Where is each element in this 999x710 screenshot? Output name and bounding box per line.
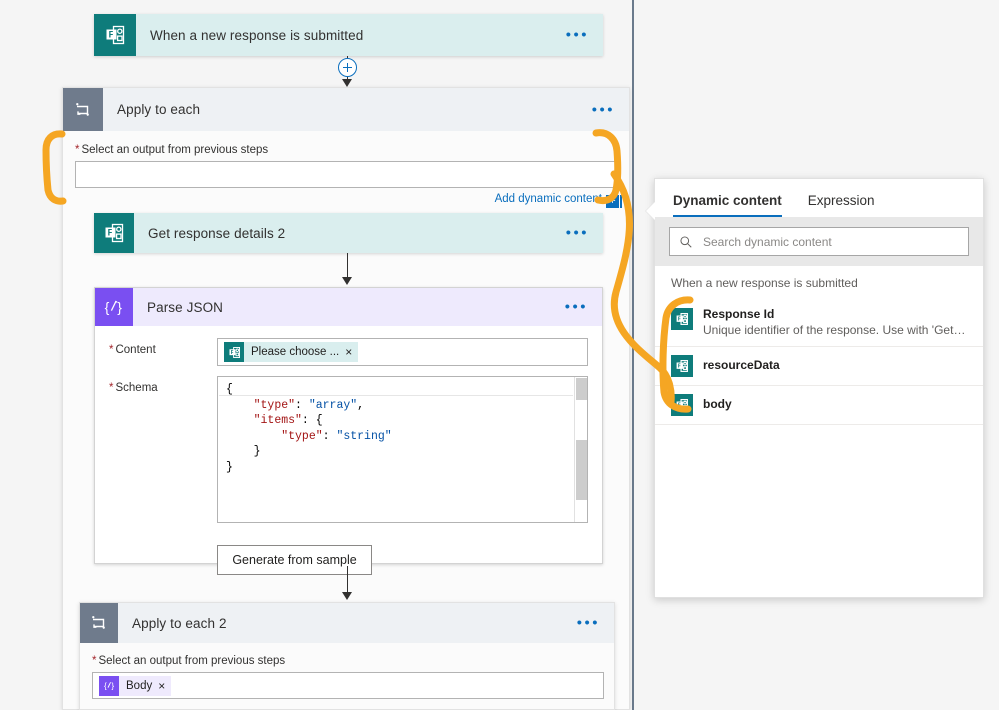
dynamic-content-item-text: body — [693, 393, 732, 415]
microsoft-forms-icon: F — [94, 14, 136, 56]
apply-to-each-output-label: * Select an output from previous steps — [75, 144, 269, 156]
apply-to-each-2-title: Apply to each 2 — [132, 615, 227, 631]
apply-to-each-more-menu[interactable]: ••• — [592, 102, 615, 117]
parse-json-schema-control: { "type": "array", "items": { "type": "s… — [217, 376, 588, 523]
flow-designer-canvas: F When a new response is submitted ••• A… — [0, 0, 999, 710]
apply-to-each-output-field-group: * Select an output from previous steps Ad… — [75, 144, 622, 208]
body-token-chip[interactable]: { } Body × — [99, 675, 172, 696]
dynamic-content-search-wrap: Search dynamic content — [655, 217, 983, 266]
apply-to-each-title: Apply to each — [117, 102, 201, 117]
parse-json-schema-row: * Schema { "type": "array", "items": { "t… — [109, 376, 588, 523]
dynamic-content-group-title: When a new response is submitted — [655, 266, 983, 300]
add-dynamic-content-label: Add dynamic content — [494, 193, 602, 205]
parse-json-content-input[interactable]: F Please choose ... × — [217, 338, 588, 366]
add-dynamic-content-link[interactable]: Add dynamic content + — [75, 193, 622, 208]
parse-json-more-menu[interactable]: ••• — [565, 300, 588, 315]
close-icon[interactable]: × — [345, 346, 358, 358]
dynamic-content-item-name: Response Id — [703, 307, 775, 321]
apply-to-each-output-input[interactable] — [75, 161, 619, 188]
dynamic-content-panel: Dynamic content Expression Search dynami… — [646, 178, 984, 598]
connector-line-parsejson — [347, 566, 348, 594]
body-token-label: Body — [126, 679, 153, 692]
parse-json-schema-label: * Schema — [109, 382, 158, 394]
dynamic-content-tabs: Dynamic content Expression — [655, 179, 983, 217]
parse-json-content-control: F Please choose ... × — [217, 338, 588, 366]
loop-icon — [63, 88, 103, 131]
schema-scrollbar[interactable] — [574, 377, 587, 522]
required-marker: * — [92, 655, 97, 667]
dynamic-content-item-text: resourceData — [693, 354, 780, 376]
get-response-details-title: Get response details 2 — [148, 225, 286, 241]
search-icon — [679, 235, 693, 249]
microsoft-forms-icon: F — [94, 213, 134, 253]
required-marker: * — [109, 344, 114, 356]
svg-text:}: } — [117, 299, 122, 315]
apply-to-each-header[interactable]: Apply to each ••• — [63, 88, 629, 131]
dynamic-content-item[interactable]: Fbody — [655, 386, 983, 425]
required-marker: * — [75, 144, 80, 156]
trigger-card-when-a-new-response-is-submitted[interactable]: F When a new response is submitted ••• — [94, 14, 603, 56]
parse-json-icon: { } — [95, 288, 133, 326]
apply-to-each-2-output-field-group: * Select an output from previous steps { … — [92, 655, 604, 699]
parse-json-body: * Content F Please choose ... × * Schema… — [95, 326, 602, 589]
generate-from-sample-button[interactable]: Generate from sample — [217, 545, 372, 575]
connector-arrow-trigger — [342, 79, 352, 87]
svg-text:{: { — [103, 681, 106, 690]
get-response-details-card[interactable]: F Get response details 2 ••• — [94, 213, 603, 253]
apply-to-each-2-more-menu[interactable]: ••• — [577, 616, 600, 631]
add-dynamic-content-plus-icon: + — [606, 195, 622, 208]
parse-json-card[interactable]: { } Parse JSON ••• * Content F Please ch… — [94, 287, 603, 575]
microsoft-forms-icon: F — [224, 342, 244, 362]
dynamic-content-item[interactable]: F Response Id Unique identifier of the res… — [655, 300, 983, 347]
content-token-chip[interactable]: F Please choose ... × — [224, 342, 359, 362]
canvas-right-divider — [632, 0, 634, 710]
schema-scrollbar-thumb[interactable] — [576, 440, 587, 500]
dynamic-content-search-placeholder: Search dynamic content — [703, 234, 832, 249]
required-marker: * — [109, 382, 114, 394]
trigger-card-title: When a new response is submitted — [150, 27, 364, 43]
annotation-left-bracket — [42, 130, 67, 205]
dynamic-content-search-box[interactable]: Search dynamic content — [669, 227, 969, 256]
apply-to-each-2-scope: Apply to each 2 ••• * Select an output fr… — [79, 602, 615, 710]
insert-step-button[interactable] — [338, 58, 357, 77]
microsoft-forms-icon: F — [671, 355, 693, 377]
tab-expression[interactable]: Expression — [808, 193, 875, 217]
microsoft-forms-icon: F — [671, 394, 693, 416]
trigger-card-header[interactable]: F When a new response is submitted ••• — [94, 14, 603, 56]
dynamic-content-item[interactable]: FresourceData — [655, 347, 983, 386]
parse-json-title: Parse JSON — [147, 299, 224, 315]
dynamic-content-item-description: Unique identifier of the response. Use w… — [703, 323, 967, 337]
microsoft-forms-icon: F — [671, 308, 693, 330]
editor-active-line-divider — [219, 395, 573, 396]
schema-scrollbar-thumb-top[interactable] — [576, 378, 587, 400]
dynamic-content-item-name: resourceData — [703, 358, 780, 372]
dynamic-content-item-list: F Response Id Unique identifier of the res… — [655, 300, 983, 425]
connector-arrow-getresp — [342, 277, 352, 285]
panel-callout-beak — [646, 202, 655, 220]
svg-text:}: } — [111, 681, 114, 690]
parse-json-schema-editor[interactable]: { "type": "array", "items": { "type": "s… — [217, 376, 588, 523]
svg-text:{: { — [105, 299, 110, 315]
apply-to-each-2-header[interactable]: Apply to each 2 ••• — [80, 603, 614, 643]
trigger-card-more-menu[interactable]: ••• — [566, 28, 589, 43]
parse-json-header[interactable]: { } Parse JSON ••• — [95, 288, 602, 326]
get-response-details-more-menu[interactable]: ••• — [566, 226, 589, 241]
connector-arrow-parsejson — [342, 592, 352, 600]
dynamic-content-item-name: body — [703, 397, 732, 411]
apply-to-each-2-output-label: * Select an output from previous steps — [92, 655, 286, 667]
loop-icon — [80, 603, 118, 643]
parse-json-schema-code[interactable]: { "type": "array", "items": { "type": "s… — [218, 377, 587, 480]
connector-line-getresp — [347, 253, 348, 279]
content-token-label: Please choose ... — [251, 346, 340, 358]
tab-dynamic-content[interactable]: Dynamic content — [673, 193, 782, 217]
apply-to-each-2-output-input[interactable]: { } Body × — [92, 672, 604, 699]
parse-json-content-row: * Content F Please choose ... × — [109, 338, 588, 366]
dynamic-content-item-text: Response Id Unique identifier of the resp… — [693, 307, 967, 338]
get-response-details-header[interactable]: F Get response details 2 ••• — [94, 213, 603, 253]
parse-json-content-label: * Content — [109, 344, 156, 356]
parse-json-icon: { } — [99, 675, 119, 696]
close-icon[interactable]: × — [158, 680, 171, 692]
